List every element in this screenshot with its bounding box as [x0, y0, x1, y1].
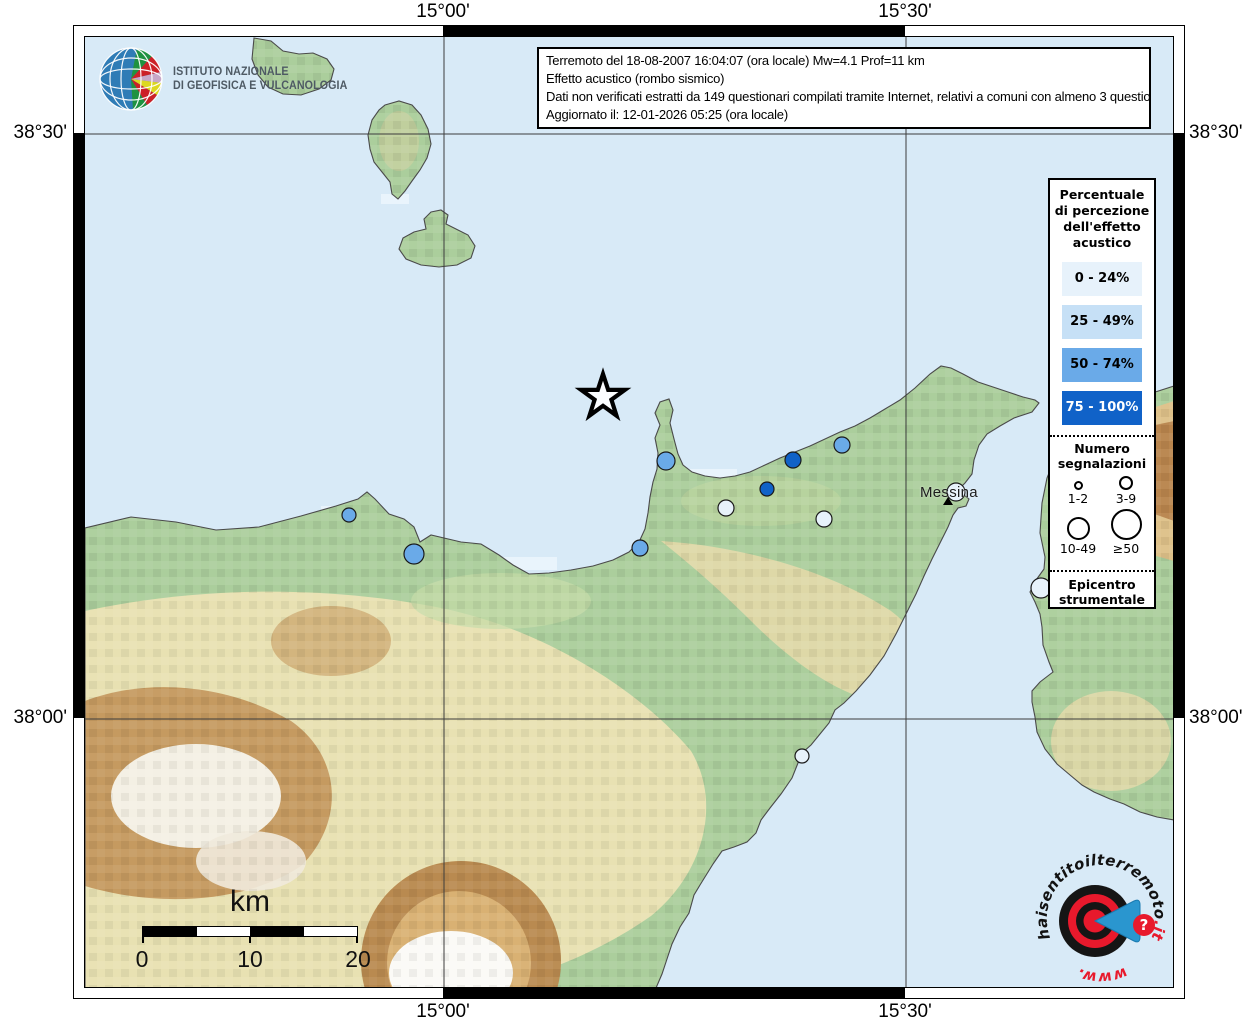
axis-label-right-lower: 38°00' [1189, 707, 1256, 729]
ingv-logo: ISTITUTO NAZIONALE DI GEOFISICA E VULCAN… [97, 45, 361, 113]
signal-size-circle-icon [1111, 509, 1142, 540]
haisentito-logo: ? haisentitoilterremoto.it www. [1031, 833, 1174, 988]
scale-bar-labels: 0 10 20 [142, 946, 358, 974]
report-dot [657, 452, 675, 470]
legend-panel: Percentuale di percezione dell'effetto a… [1048, 178, 1156, 609]
report-dot [632, 540, 648, 556]
signal-size-label: 1-2 [1068, 491, 1088, 506]
scale-bar-unit: km [142, 885, 358, 919]
signal-size-item: ≥50 [1102, 509, 1150, 556]
report-dot [795, 749, 809, 763]
legend-signals-title: Numero segnalazioni [1050, 437, 1154, 471]
frame-band-left [74, 133, 84, 718]
info-line-event: Terremoto del 18-08-2007 16:04:07 (ora l… [546, 52, 1142, 70]
signal-size-circle-icon [1119, 476, 1133, 490]
axis-label-top-right: 15°30' [855, 1, 955, 23]
report-dot [834, 437, 850, 453]
ingv-name-line2: DI GEOFISICA E VULCANOLOGIA [173, 80, 347, 94]
axis-label-bottom-left: 15°00' [393, 1001, 493, 1023]
axis-label-top-left: 15°00' [393, 1, 493, 23]
scale-tick-10: 10 [237, 946, 263, 973]
legend-epicenter-title: Epicentro strumentale [1050, 572, 1154, 607]
legend-swatch: 50 - 74% [1062, 348, 1142, 382]
map-canvas: ISTITUTO NAZIONALE DI GEOFISICA E VULCAN… [84, 36, 1174, 988]
info-line-updated: Aggiornato il: 12-01-2026 05:25 (ora loc… [546, 106, 1142, 124]
report-dot [404, 544, 424, 564]
legend-title: Percentuale di percezione dell'effetto a… [1050, 180, 1154, 253]
legend-signal-sizes: 1-2 3-9 10-49 ≥50 [1050, 471, 1154, 560]
report-dot [816, 511, 832, 527]
report-dot [760, 482, 774, 496]
signal-size-circle-icon [1067, 517, 1090, 540]
scale-tick-20: 20 [345, 946, 371, 973]
signal-size-label: ≥50 [1113, 541, 1139, 556]
scale-tick-0: 0 [136, 946, 149, 973]
frame-band-top [443, 26, 905, 36]
legend-swatch: 0 - 24% [1062, 262, 1142, 296]
signal-size-label: 10-49 [1060, 541, 1096, 556]
frame-band-right [1174, 133, 1184, 718]
epicenter-star-icon: ☆ [1050, 607, 1154, 609]
legend-swatch: 75 - 100% [1062, 391, 1142, 425]
axis-label-bottom-right: 15°30' [855, 1001, 955, 1023]
scale-bar: km 0 10 20 [142, 885, 358, 974]
frame-band-bottom [443, 988, 905, 998]
ingv-name: ISTITUTO NAZIONALE DI GEOFISICA E VULCAN… [173, 66, 347, 113]
report-dot [342, 508, 356, 522]
site-www-arc: www. [1074, 964, 1130, 987]
signal-size-item: 3-9 [1102, 476, 1150, 506]
seismic-map-page: 15°00' 15°30' 15°00' 15°30' 38°30' 38°00… [0, 0, 1256, 1024]
report-dot [718, 500, 734, 516]
map-frame: ISTITUTO NAZIONALE DI GEOFISICA E VULCAN… [73, 25, 1185, 999]
ingv-globe-icon [97, 45, 165, 113]
signal-size-item: 10-49 [1054, 509, 1102, 556]
question-mark: ? [1140, 916, 1149, 934]
earthquake-info-box: Terremoto del 18-08-2007 16:04:07 (ora l… [537, 47, 1151, 129]
report-dot [785, 452, 801, 468]
map-svg [85, 37, 1173, 987]
city-marker-icon [943, 497, 953, 505]
legend-percentage-swatches: 0 - 24% 25 - 49% 50 - 74% 75 - 100% [1050, 262, 1154, 425]
info-line-data: Dati non verificati estratti da 149 ques… [546, 88, 1142, 106]
scale-bar-segments [142, 926, 358, 937]
signal-size-item: 1-2 [1054, 476, 1102, 506]
ingv-name-line1: ISTITUTO NAZIONALE [173, 66, 347, 80]
signal-size-label: 3-9 [1116, 491, 1136, 506]
legend-swatch: 25 - 49% [1062, 305, 1142, 339]
info-line-effect: Effetto acustico (rombo sismico) [546, 70, 1142, 88]
axis-label-left-lower: 38°00' [0, 707, 67, 729]
signal-size-circle-icon [1074, 481, 1083, 490]
axis-label-left-upper: 38°30' [0, 122, 67, 144]
axis-label-right-upper: 38°30' [1189, 122, 1256, 144]
